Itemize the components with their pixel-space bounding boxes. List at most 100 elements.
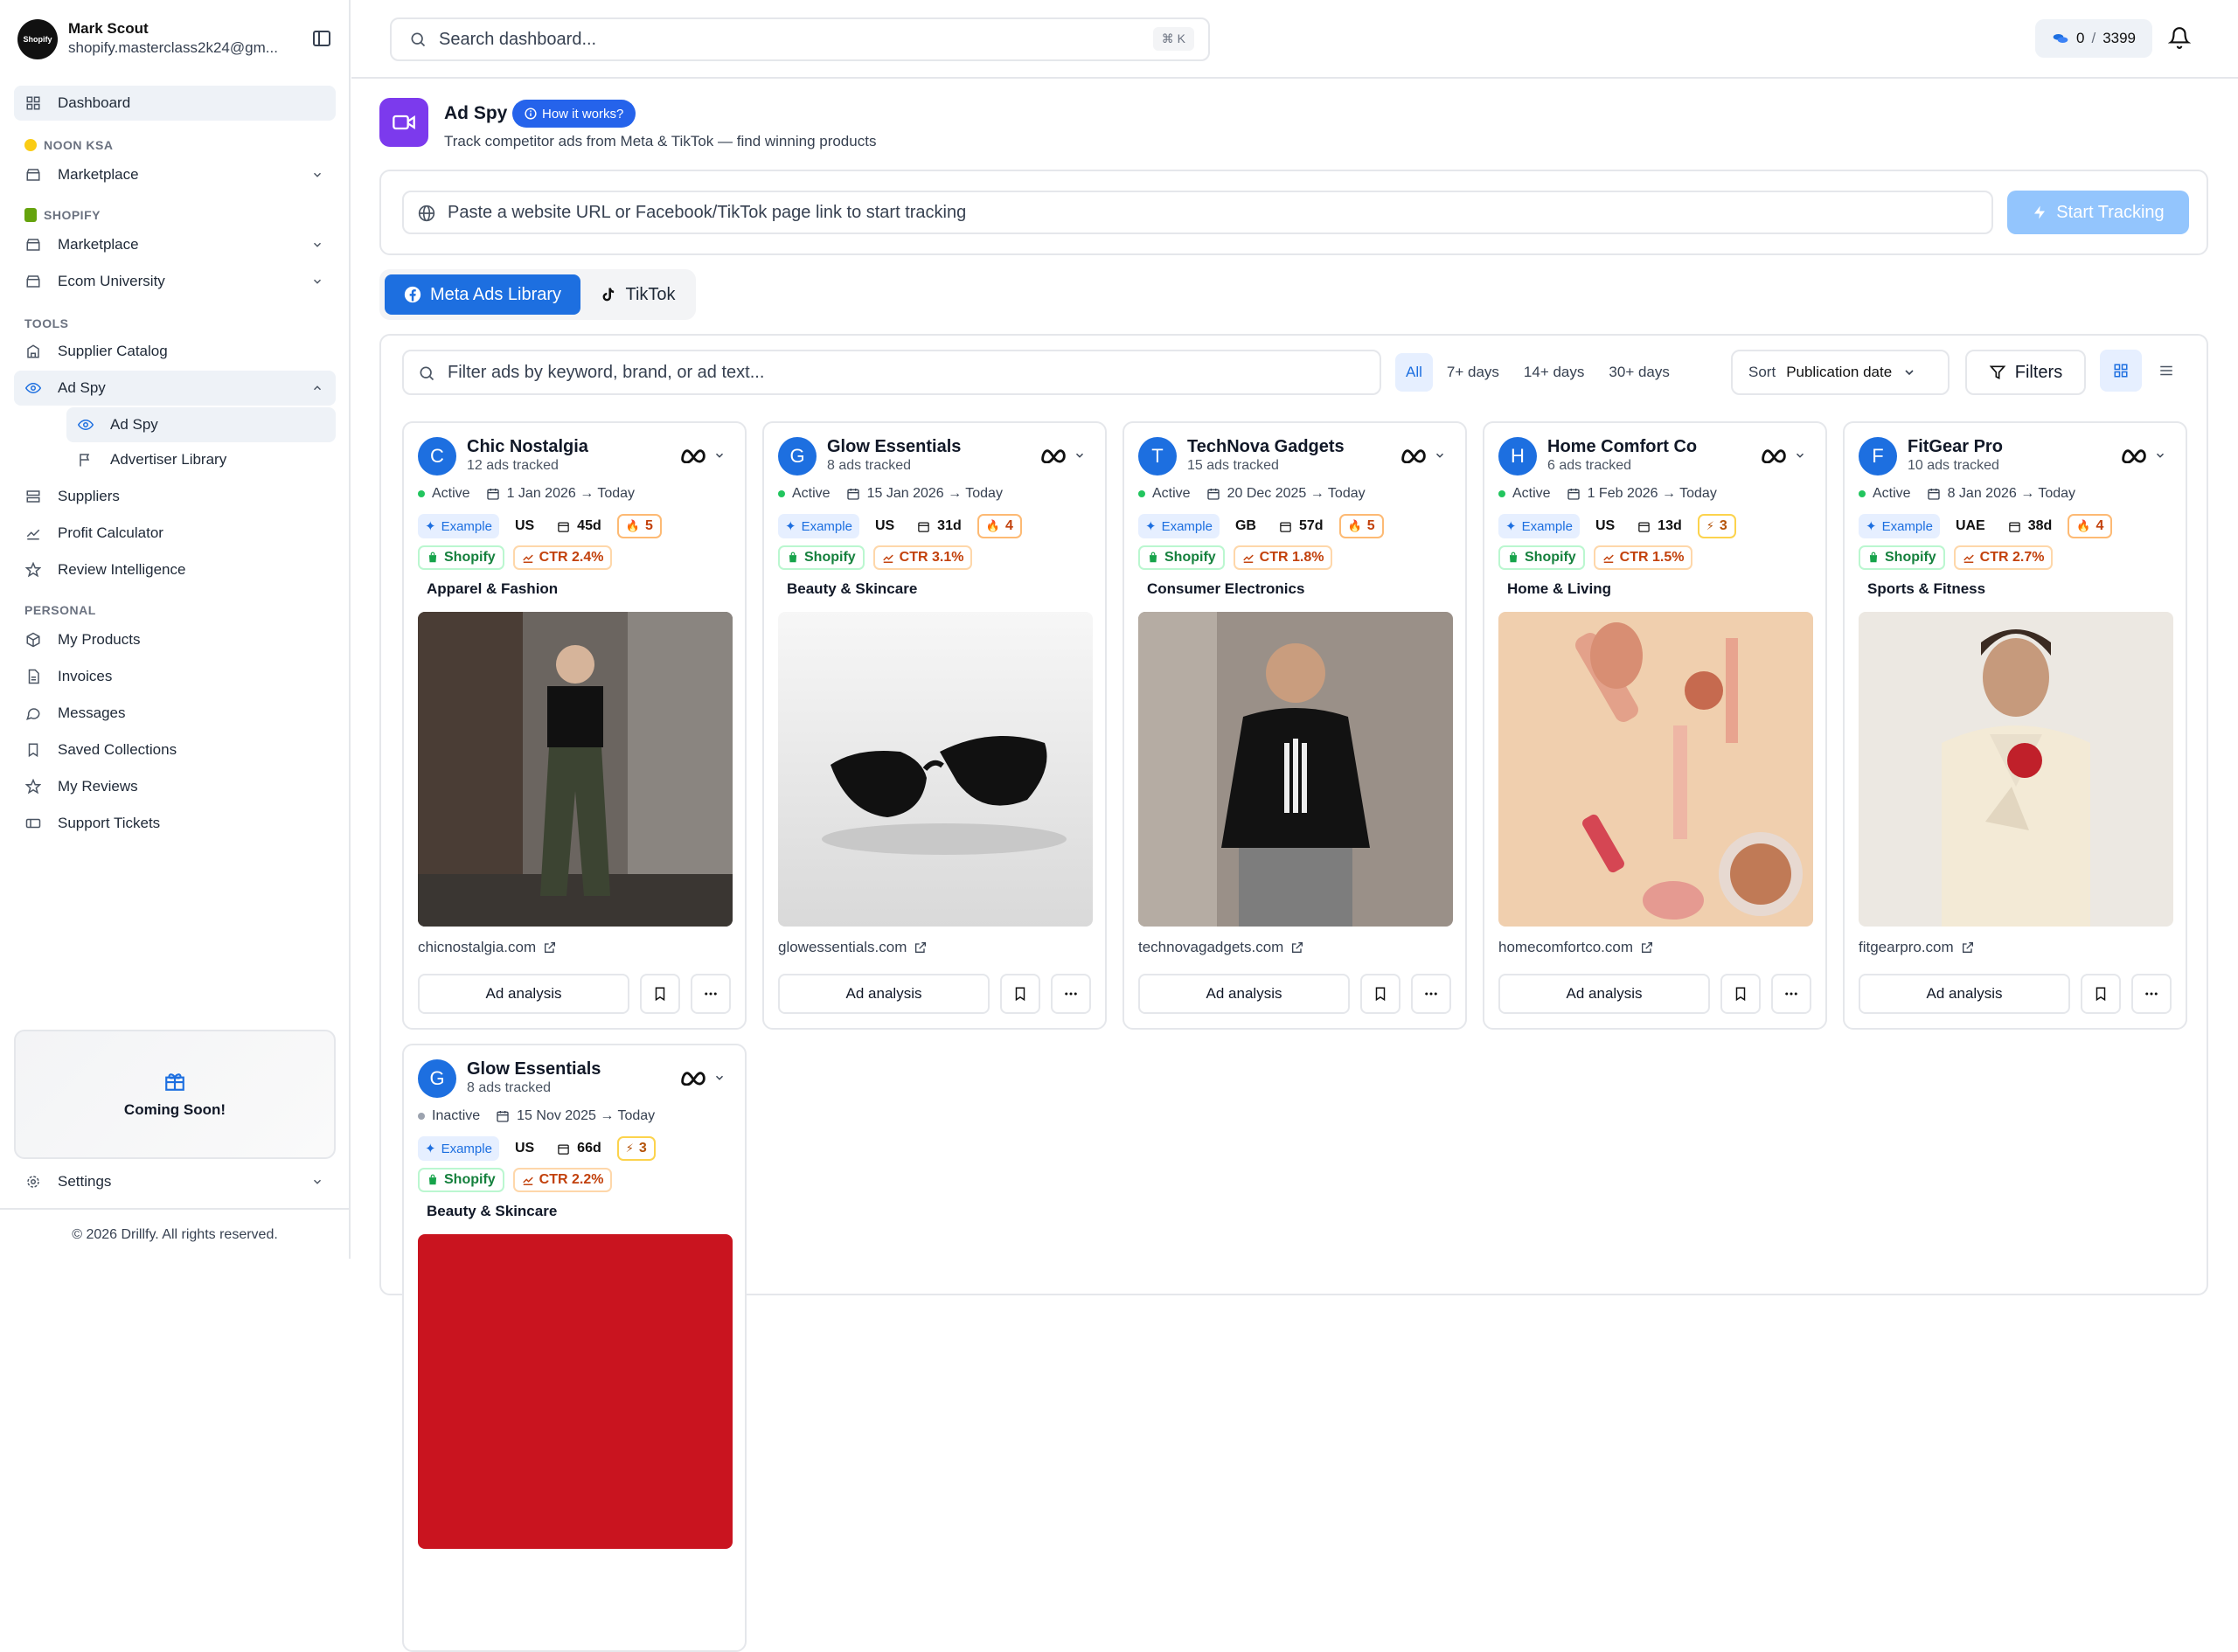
list-view-button[interactable] bbox=[2145, 350, 2187, 392]
filter-input[interactable]: Filter ads by keyword, brand, or ad text… bbox=[402, 350, 1381, 395]
chart-line-icon bbox=[24, 524, 42, 542]
ad-card[interactable]: F FitGear Pro 10 ads tracked Active 8 Ja… bbox=[1843, 421, 2187, 1030]
sidebar-item-settings[interactable]: Settings bbox=[14, 1164, 336, 1199]
status-dot bbox=[1138, 490, 1145, 497]
more-options-button[interactable] bbox=[1411, 974, 1451, 1014]
sidebar-item-ecom-university[interactable]: Ecom University bbox=[14, 264, 336, 299]
sidebar-item-label: Saved Collections bbox=[58, 741, 177, 758]
credits-separator: / bbox=[2091, 30, 2096, 46]
sort-value: Publication date bbox=[1786, 364, 1893, 380]
store-label: Shopify bbox=[804, 550, 856, 565]
ad-creative-image[interactable] bbox=[778, 612, 1093, 927]
more-options-button[interactable] bbox=[1771, 974, 1811, 1014]
ad-creative-image[interactable] bbox=[1138, 612, 1453, 927]
sidebar-subitem-ad-spy[interactable]: Ad Spy bbox=[66, 407, 336, 442]
ad-analysis-button[interactable]: Ad analysis bbox=[1138, 974, 1350, 1014]
sidebar-item-suppliers[interactable]: Suppliers bbox=[14, 479, 336, 514]
ad-analysis-button[interactable]: Ad analysis bbox=[1859, 974, 2070, 1014]
brand-name[interactable]: FitGear Pro bbox=[1908, 437, 2003, 457]
ad-analysis-button[interactable]: Ad analysis bbox=[418, 974, 629, 1014]
how-it-works-button[interactable]: How it works? bbox=[512, 100, 636, 128]
filters-button[interactable]: Filters bbox=[1965, 350, 2086, 395]
ad-creative-image[interactable] bbox=[418, 1234, 733, 1549]
ad-creative-image[interactable] bbox=[418, 612, 733, 927]
sidebar-item-ad-spy[interactable]: Ad Spy bbox=[14, 371, 336, 406]
save-ad-button[interactable] bbox=[1360, 974, 1400, 1014]
site-link[interactable]: glowessentials.com bbox=[778, 939, 928, 956]
sidebar-item-supplier-catalog[interactable]: Supplier Catalog bbox=[14, 334, 336, 369]
score-value: 5 bbox=[644, 518, 653, 533]
ad-card[interactable]: H Home Comfort Co 6 ads tracked Active 1… bbox=[1483, 421, 1827, 1030]
platform-menu[interactable] bbox=[680, 1070, 726, 1086]
sidebar-item-noon-marketplace[interactable]: Marketplace bbox=[14, 157, 336, 192]
save-ad-button[interactable] bbox=[2081, 974, 2121, 1014]
tab-meta-ads-library[interactable]: Meta Ads Library bbox=[385, 274, 580, 315]
grid-view-button[interactable] bbox=[2100, 350, 2142, 392]
coming-soon-card: Coming Soon! bbox=[14, 1030, 336, 1159]
site-link[interactable]: fitgearpro.com bbox=[1859, 939, 1975, 956]
ctr-badge: CTR 2.2% bbox=[512, 1168, 613, 1192]
tab-tiktok[interactable]: TikTok bbox=[586, 274, 691, 315]
platform-menu[interactable] bbox=[1040, 448, 1086, 463]
badge-row-2: Shopify CTR 2.4% bbox=[418, 545, 613, 570]
sidebar-item-my-reviews[interactable]: My Reviews bbox=[14, 769, 336, 804]
score-badge: 🔥 5 bbox=[616, 514, 662, 538]
platform-menu[interactable] bbox=[1400, 448, 1446, 463]
brand-name[interactable]: TechNova Gadgets bbox=[1187, 437, 1345, 457]
start-tracking-button[interactable]: Start Tracking bbox=[2007, 191, 2189, 234]
sidebar-item-profit-calculator[interactable]: Profit Calculator bbox=[14, 516, 336, 551]
sidebar-item-dashboard[interactable]: Dashboard bbox=[14, 86, 336, 121]
more-options-button[interactable] bbox=[691, 974, 731, 1014]
sidebar-item-invoices[interactable]: Invoices bbox=[14, 659, 336, 694]
ad-card[interactable]: C Chic Nostalgia 12 ads tracked Active 1… bbox=[402, 421, 747, 1030]
shopify-icon bbox=[24, 208, 37, 222]
bell-icon[interactable] bbox=[2168, 26, 2191, 49]
sidebar-toggle-icon[interactable] bbox=[311, 28, 332, 49]
sidebar-item-messages[interactable]: Messages bbox=[14, 696, 336, 731]
brand-name[interactable]: Chic Nostalgia bbox=[467, 437, 588, 457]
site-link[interactable]: homecomfortco.com bbox=[1498, 939, 1654, 956]
more-options-button[interactable] bbox=[2131, 974, 2172, 1014]
ad-card[interactable]: G Glow Essentials 8 ads tracked Active 1… bbox=[762, 421, 1107, 1030]
platform-menu[interactable] bbox=[680, 448, 726, 463]
ad-card[interactable]: T TechNova Gadgets 15 ads tracked Active… bbox=[1122, 421, 1467, 1030]
search-input[interactable]: Search dashboard... ⌘ K bbox=[390, 17, 1210, 61]
save-ad-button[interactable] bbox=[1000, 974, 1040, 1014]
sidebar-item-label: Ad Spy bbox=[110, 416, 158, 433]
sidebar-item-support-tickets[interactable]: Support Tickets bbox=[14, 806, 336, 841]
site-link[interactable]: technovagadgets.com bbox=[1138, 939, 1304, 956]
brand-name[interactable]: Glow Essentials bbox=[467, 1059, 601, 1079]
sidebar-item-saved-collections[interactable]: Saved Collections bbox=[14, 732, 336, 767]
chevron-down-icon bbox=[313, 172, 322, 177]
day-filter-14[interactable]: 14+ days bbox=[1513, 353, 1595, 392]
brand-name[interactable]: Home Comfort Co bbox=[1547, 437, 1697, 457]
site-link[interactable]: chicnostalgia.com bbox=[418, 939, 557, 956]
ads-tracked: 8 ads tracked bbox=[467, 1080, 552, 1095]
sidebar-item-review-intelligence[interactable]: Review Intelligence bbox=[14, 552, 336, 587]
platform-menu[interactable] bbox=[1761, 448, 1806, 463]
save-ad-button[interactable] bbox=[1720, 974, 1761, 1014]
platform-menu[interactable] bbox=[2121, 448, 2166, 463]
ctr-value: CTR 2.7% bbox=[1979, 550, 2045, 565]
ad-card[interactable]: G Glow Essentials 8 ads tracked Inactive… bbox=[402, 1044, 747, 1652]
ad-creative-image[interactable] bbox=[1859, 612, 2173, 927]
save-ad-button[interactable] bbox=[640, 974, 680, 1014]
results-panel: Filter ads by keyword, brand, or ad text… bbox=[379, 334, 2208, 1652]
sidebar-subitem-advertiser-library[interactable]: Advertiser Library bbox=[66, 442, 336, 477]
sidebar-item-shopify-marketplace[interactable]: Marketplace bbox=[14, 227, 336, 262]
sidebar-item-my-products[interactable]: My Products bbox=[14, 622, 336, 657]
sort-select[interactable]: Sort Publication date bbox=[1731, 350, 1950, 395]
day-filter-all[interactable]: All bbox=[1395, 353, 1433, 392]
day-filter-30[interactable]: 30+ days bbox=[1598, 353, 1679, 392]
url-input[interactable]: Paste a website URL or Facebook/TikTok p… bbox=[402, 191, 1993, 234]
more-options-button[interactable] bbox=[1051, 974, 1091, 1014]
credits-badge[interactable]: 0 / 3399 bbox=[2035, 19, 2152, 58]
ad-analysis-button[interactable]: Ad analysis bbox=[1498, 974, 1710, 1014]
day-filter-7[interactable]: 7+ days bbox=[1436, 353, 1510, 392]
score-value: 3 bbox=[1719, 518, 1727, 533]
ad-analysis-button[interactable]: Ad analysis bbox=[778, 974, 990, 1014]
brand-name[interactable]: Glow Essentials bbox=[827, 437, 961, 457]
user-profile[interactable]: Shopify Mark Scout shopify.masterclass2k… bbox=[17, 17, 332, 59]
ad-creative-image[interactable] bbox=[1498, 612, 1813, 927]
coins-icon bbox=[2053, 34, 2068, 43]
